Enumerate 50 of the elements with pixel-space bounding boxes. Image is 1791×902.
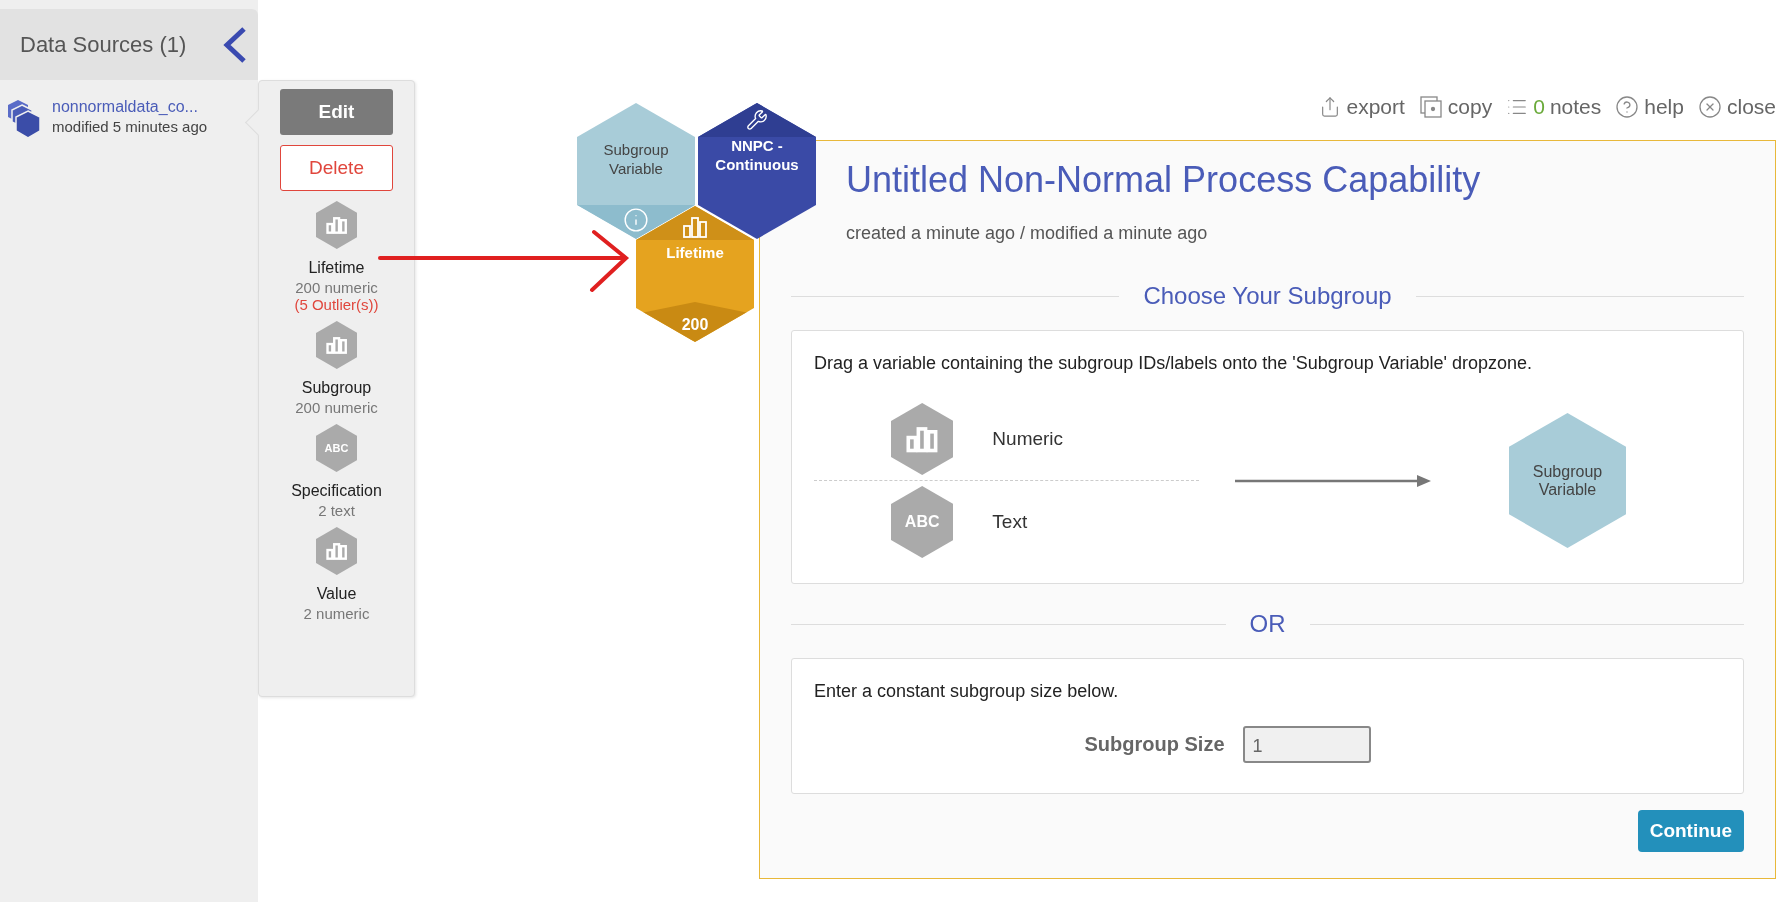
variable-count: 200 <box>681 316 709 334</box>
numeric-variable-icon <box>315 527 358 575</box>
variable-label: Lifetime <box>666 244 724 263</box>
help-icon <box>1615 95 1640 119</box>
bar-chart-icon <box>682 216 708 238</box>
variable-name: Lifetime <box>308 259 365 277</box>
dataset-link[interactable]: nonnormaldata_co... <box>52 98 208 116</box>
analysis-title: Untitled Non-Normal Process Capability <box>846 159 1482 201</box>
copy-button[interactable]: copy <box>1418 95 1493 119</box>
variable-summary: 2 numeric <box>303 605 370 622</box>
continue-button[interactable]: Continue <box>1637 810 1744 852</box>
variable-name: Value <box>316 585 357 603</box>
text-type-badge: ABC <box>891 486 954 558</box>
numeric-variable-icon <box>315 201 358 249</box>
notes-button[interactable]: 0 notes <box>1506 95 1602 119</box>
constant-instructions: Enter a constant subgroup size below. <box>814 681 1120 702</box>
edit-button[interactable]: Edit <box>280 89 393 135</box>
arrow-icon <box>1235 473 1431 488</box>
subgroup-variable-target: Subgroup Variable <box>1509 413 1626 548</box>
analysis-meta: created a minute ago / modified a minute ago <box>846 223 1209 244</box>
export-button[interactable]: export <box>1319 95 1405 119</box>
section-heading: Choose Your Subgroup <box>1143 282 1392 310</box>
subgroup-variable-dropzone[interactable]: Subgroup Variable <box>577 103 695 239</box>
modified-time: modified 5 minutes ago <box>52 118 208 135</box>
numeric-variable-icon <box>315 321 358 369</box>
collapse-button[interactable] <box>222 25 248 64</box>
copy-icon <box>1418 95 1443 119</box>
outlier-count: (5 Outlier(s)) <box>294 296 379 313</box>
variable-summary: 2 text <box>318 502 355 519</box>
subgroup-size-label: Subgroup Size <box>1084 733 1225 756</box>
tool-label: NNPC - Continuous <box>714 137 800 175</box>
panel-title: Data Sources (1) <box>20 31 187 58</box>
wrench-icon <box>746 109 768 131</box>
delete-button[interactable]: Delete <box>280 145 393 191</box>
variable-summary: 200 numeric <box>295 279 378 296</box>
variable-name: Subgroup <box>301 379 372 397</box>
type-label: Numeric <box>992 428 1064 450</box>
numeric-variable-icon <box>891 403 954 475</box>
or-separator: OR <box>1249 610 1286 638</box>
subgroup-size-field[interactable]: 1 <box>1242 726 1371 763</box>
dataset-stack-icon <box>6 98 42 140</box>
variable-name: Specification <box>291 482 382 500</box>
close-icon <box>1697 95 1722 119</box>
help-button[interactable]: help <box>1615 95 1684 119</box>
type-label: Text <box>992 511 1028 533</box>
close-button[interactable]: close <box>1697 95 1776 119</box>
dropzone-label: Subgroup Variable <box>602 141 670 179</box>
text-type-badge: ABC <box>315 424 358 472</box>
instruction-text: Drag a variable containing the subgroup IDs/labels onto the 'Subgroup Variable' dropzone. <box>814 353 1533 374</box>
variable-summary: 200 numeric <box>295 399 378 416</box>
